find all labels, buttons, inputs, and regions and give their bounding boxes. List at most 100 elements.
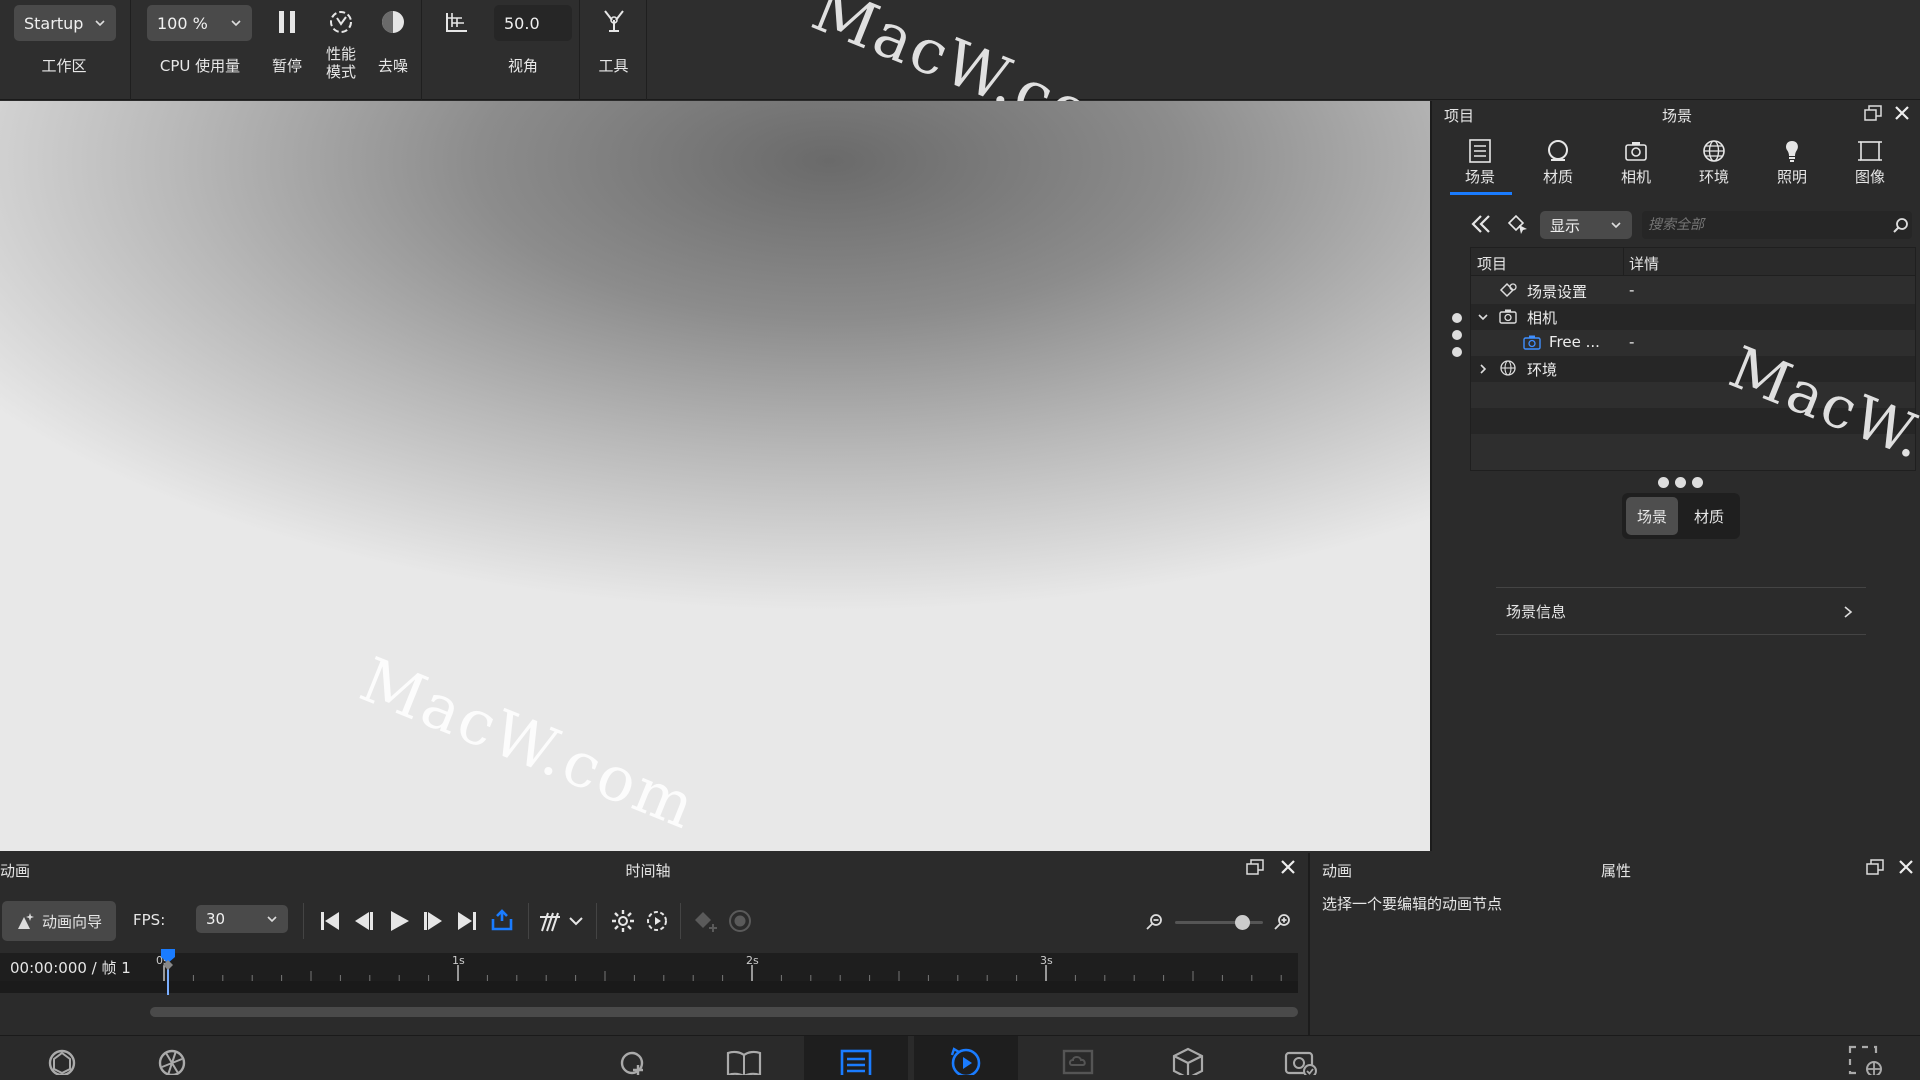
tree-row-camera[interactable]: 相机 [1471, 304, 1915, 330]
bottom-toolbar [0, 1035, 1920, 1080]
tree-row-free-camera[interactable]: Free ... - [1471, 330, 1915, 356]
playhead[interactable] [161, 949, 175, 995]
easing-icon[interactable] [538, 909, 564, 933]
preview-settings-icon[interactable] [645, 909, 669, 933]
undock-icon[interactable] [1864, 105, 1882, 121]
zoom-slider[interactable] [1175, 915, 1263, 930]
scene-material-segment: 场景 材质 [1622, 493, 1740, 539]
tab-image[interactable]: 图像 [1838, 138, 1902, 187]
render-group: 100 % CPU 使用量 暂停 性能 模式 去噪 [131, 0, 422, 100]
workspace-dropdown[interactable]: Startup [14, 5, 116, 41]
skip-start-icon[interactable] [318, 909, 342, 933]
aperture-icon [158, 1049, 186, 1075]
zoom-slider-handle[interactable] [1235, 915, 1250, 930]
cloud-render-button[interactable] [1026, 1036, 1130, 1080]
play-icon[interactable] [387, 909, 411, 933]
tab-material-label: 材质 [1542, 168, 1573, 186]
tab-environment[interactable]: 环境 [1682, 138, 1746, 187]
tree-header: 项目 详情 [1471, 248, 1915, 276]
scene-info-label: 场景信息 [1506, 603, 1567, 621]
render-button[interactable] [120, 1036, 224, 1080]
tab-scene[interactable]: 场景 [1448, 138, 1512, 187]
import-button[interactable] [10, 1036, 114, 1080]
step-forward-icon[interactable] [421, 909, 445, 933]
tools-button[interactable] [594, 5, 634, 37]
search-icon[interactable] [1892, 217, 1910, 235]
region-select-icon [1848, 1045, 1882, 1075]
loop-icon[interactable] [489, 909, 515, 933]
tab-lighting[interactable]: 照明 [1760, 138, 1824, 187]
more-dots-icon[interactable] [1658, 477, 1703, 488]
search-input[interactable] [1642, 211, 1912, 239]
fov-input[interactable]: 50.0 [494, 5, 572, 41]
attributes-empty-message: 选择一个要编辑的动画节点 [1322, 895, 1503, 913]
denoise-button[interactable] [375, 6, 411, 38]
column-header-detail[interactable]: 详情 [1629, 253, 1659, 274]
animation-button[interactable] [914, 1036, 1018, 1080]
workspace-group: Startup 工作区 [0, 0, 131, 100]
timeline-scrollbar[interactable] [150, 1007, 1298, 1017]
column-header-item[interactable]: 项目 [1477, 253, 1507, 274]
chevron-down-icon[interactable] [1477, 311, 1489, 323]
zoom-out-icon[interactable] [1145, 913, 1163, 931]
render-viewport[interactable]: MacW.com [0, 101, 1432, 851]
list-icon [1469, 139, 1491, 163]
tab-material[interactable]: 材质 [1526, 138, 1590, 187]
segment-scene[interactable]: 场景 [1626, 497, 1678, 535]
active-tab-indicator [1450, 192, 1512, 195]
undock-icon[interactable] [1246, 859, 1264, 875]
fps-label: FPS: [133, 911, 166, 929]
tools-label: 工具 [598, 57, 629, 75]
library-button[interactable] [692, 1036, 796, 1080]
camera-check-icon [1284, 1051, 1317, 1075]
bulb-icon [1786, 141, 1798, 162]
cpu-usage-dropdown[interactable]: 100 % [147, 5, 252, 41]
drag-handle[interactable] [1452, 313, 1462, 357]
fov-group: 50.0 视角 [422, 0, 580, 100]
zoom-in-icon[interactable] [1273, 913, 1291, 931]
tree-detail: - [1629, 281, 1635, 299]
pause-button[interactable] [268, 6, 306, 38]
project-button[interactable] [804, 1036, 908, 1080]
region-render-button[interactable] [1826, 1036, 1906, 1080]
timeline-track[interactable] [150, 981, 1298, 993]
gear-icon[interactable] [611, 909, 635, 933]
tree-row-scene-settings[interactable]: 场景设置 - [1471, 278, 1915, 304]
step-back-icon[interactable] [352, 909, 376, 933]
add-button[interactable] [582, 1036, 686, 1080]
add-keyframe-icon[interactable] [693, 909, 719, 933]
tools-icon [604, 10, 624, 32]
workspace-value: Startup [24, 13, 84, 33]
tab-scene-label: 场景 [1464, 168, 1495, 186]
camera-icon [1625, 142, 1647, 161]
close-icon[interactable] [1898, 859, 1914, 875]
fov-icon [446, 13, 467, 32]
chevron-right-icon[interactable] [1477, 363, 1489, 375]
scene-info-row[interactable]: 场景信息 [1496, 587, 1866, 635]
kit-button[interactable] [1136, 1036, 1240, 1080]
animation-wizard-button[interactable]: 动画向导 [2, 901, 116, 941]
screenshot-button[interactable] [1248, 1036, 1352, 1080]
undock-icon[interactable] [1866, 859, 1884, 875]
watermark-viewport: MacW.com [350, 643, 707, 844]
chevron-down-icon [231, 20, 241, 27]
skip-end-icon[interactable] [455, 909, 479, 933]
add-asset-icon [620, 1051, 644, 1075]
book-icon [726, 1050, 762, 1075]
chevron-down-icon [267, 916, 277, 923]
close-icon[interactable] [1280, 859, 1296, 875]
tab-camera[interactable]: 相机 [1604, 138, 1668, 187]
project-panel-subtitle: 场景 [1661, 107, 1692, 125]
segment-material[interactable]: 材质 [1682, 497, 1736, 535]
cube-icon [1172, 1047, 1204, 1075]
filter-dropdown[interactable]: 显示 [1540, 211, 1632, 239]
image-frame-icon [1858, 141, 1882, 161]
close-icon[interactable] [1894, 105, 1910, 121]
collapse-left-icon[interactable] [1470, 213, 1492, 235]
select-object-icon[interactable] [1506, 213, 1530, 235]
performance-mode-button[interactable] [321, 6, 361, 38]
record-icon[interactable] [728, 909, 752, 933]
chevron-down-icon[interactable] [568, 915, 584, 927]
fps-dropdown[interactable]: 30 [196, 905, 288, 933]
fov-button[interactable] [440, 6, 474, 38]
